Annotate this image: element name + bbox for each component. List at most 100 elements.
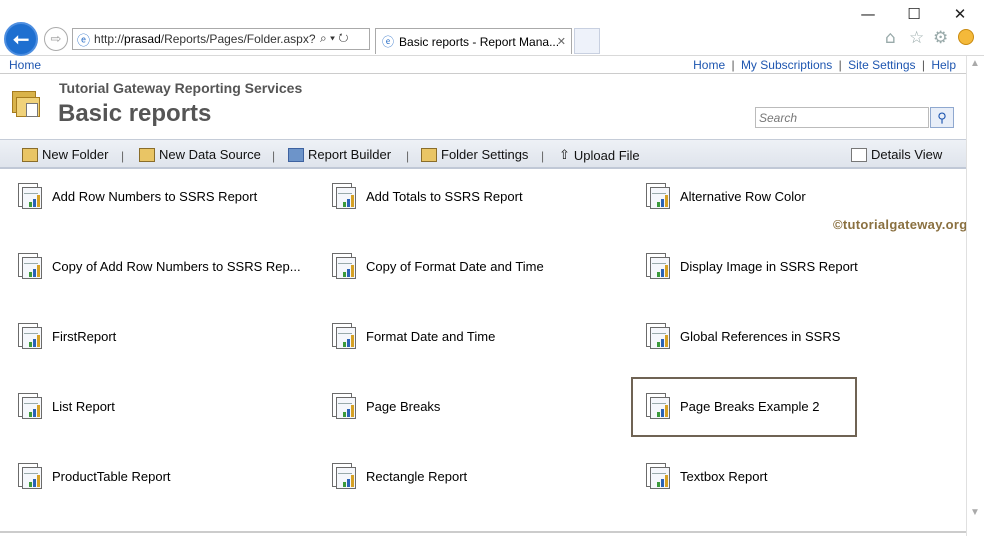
home-link[interactable]: Home	[693, 58, 725, 72]
report-item[interactable]: Copy of Add Row Numbers to SSRS Rep...	[16, 250, 301, 282]
link-separator: |	[838, 58, 842, 72]
link-separator: |	[731, 58, 735, 72]
selection-highlight-box	[631, 377, 857, 437]
close-button[interactable]: ✕	[942, 4, 978, 24]
upload-file-label: Upload File	[573, 147, 640, 163]
report-item[interactable]: Alternative Row Color	[644, 180, 806, 212]
details-view-icon	[851, 147, 867, 162]
report-link[interactable]: Alternative Row Color	[680, 189, 806, 204]
new-tab-button[interactable]	[574, 28, 600, 54]
report-item[interactable]: ProductTable Report	[16, 460, 171, 492]
report-link[interactable]: ProductTable Report	[52, 469, 171, 484]
report-item[interactable]: Textbox Report	[644, 460, 767, 492]
details-view-label: Details View	[871, 147, 943, 162]
report-link[interactable]: Page Breaks	[366, 399, 440, 414]
search-input[interactable]: Search	[755, 107, 929, 128]
new-folder-button[interactable]: New Folder	[22, 147, 108, 162]
minimize-button[interactable]: —	[850, 4, 886, 24]
report-item[interactable]: List Report	[16, 390, 115, 422]
browser-chrome: — ☐ ✕ ⭠ ⇨ ⓔ http://prasad/Reports/Pages/…	[0, 0, 984, 56]
upload-arrow-icon: ⇧	[559, 147, 570, 162]
report-link[interactable]: Copy of Add Row Numbers to SSRS Rep...	[52, 259, 301, 274]
my-subscriptions-link[interactable]: My Subscriptions	[741, 58, 832, 72]
folder-settings-label: Folder Settings	[441, 147, 529, 162]
report-icon	[330, 321, 360, 351]
folder-toolbar: New Folder | New Data Source | Report Bu…	[0, 139, 966, 169]
report-link[interactable]: List Report	[52, 399, 115, 414]
address-path: /Reports/Pages/Folder.aspx?	[160, 32, 316, 46]
folder-settings-button[interactable]: Folder Settings	[421, 147, 528, 162]
report-link[interactable]: Format Date and Time	[366, 329, 495, 344]
tab-title: Basic reports - Report Mana...	[399, 34, 560, 49]
report-icon	[16, 461, 46, 491]
report-link[interactable]: FirstReport	[52, 329, 116, 344]
tab-close-icon[interactable]: ✕	[557, 35, 566, 48]
new-data-source-button[interactable]: New Data Source	[139, 147, 261, 162]
address-prefix: http://	[94, 32, 125, 46]
report-item[interactable]: Rectangle Report	[330, 460, 467, 492]
report-icon	[644, 321, 674, 351]
report-icon	[16, 251, 46, 281]
browser-tab[interactable]: ⓔ Basic reports - Report Mana... ✕	[375, 28, 572, 54]
new-data-source-label: New Data Source	[159, 147, 261, 162]
report-link[interactable]: Add Row Numbers to SSRS Report	[52, 189, 257, 204]
forward-arrow-icon: ⇨	[50, 31, 62, 46]
report-item[interactable]: FirstReport	[16, 320, 116, 352]
data-source-icon	[139, 147, 155, 162]
details-view-button[interactable]: Details View	[851, 147, 942, 162]
scroll-up-icon[interactable]: ▲	[970, 58, 980, 69]
toolbar-separator: |	[121, 149, 125, 163]
report-item[interactable]: Copy of Format Date and Time	[330, 250, 544, 282]
report-link[interactable]: Display Image in SSRS Report	[680, 259, 858, 274]
search-icon: ⚲	[937, 109, 947, 125]
report-item[interactable]: Add Totals to SSRS Report	[330, 180, 523, 212]
home-icon[interactable]: ⌂	[885, 28, 896, 48]
report-icon	[330, 391, 360, 421]
page-title: Basic reports	[58, 100, 212, 127]
ie-icon: ⓔ	[77, 32, 91, 48]
report-item[interactable]: Global References in SSRS	[644, 320, 840, 352]
toolbar-separator: |	[272, 149, 276, 163]
tab-ie-icon: ⓔ	[382, 35, 395, 49]
site-settings-link[interactable]: Site Settings	[848, 58, 915, 72]
report-link[interactable]: Copy of Format Date and Time	[366, 259, 544, 274]
new-folder-label: New Folder	[42, 147, 109, 162]
report-icon	[330, 461, 360, 491]
vertical-scrollbar[interactable]: ▲ ▼	[966, 56, 984, 536]
scroll-down-icon[interactable]: ▼	[970, 507, 980, 518]
report-link[interactable]: Textbox Report	[680, 469, 767, 484]
settings-gear-icon[interactable]: ⚙	[933, 28, 948, 48]
maximize-button[interactable]: ☐	[896, 4, 932, 24]
report-link[interactable]: Global References in SSRS	[680, 329, 840, 344]
report-builder-label: Report Builder	[308, 147, 392, 162]
report-link[interactable]: Rectangle Report	[366, 469, 467, 484]
report-link[interactable]: Add Totals to SSRS Report	[366, 189, 523, 204]
back-button[interactable]: ⭠	[4, 22, 38, 56]
search-button[interactable]: ⚲	[930, 107, 954, 128]
favorites-star-icon[interactable]: ☆	[909, 28, 924, 48]
report-icon	[330, 181, 360, 211]
breadcrumb-home-link[interactable]: Home	[9, 58, 41, 72]
report-icon	[644, 251, 674, 281]
feedback-smiley-icon[interactable]	[958, 29, 974, 45]
address-host: prasad	[124, 32, 161, 46]
report-icon	[16, 321, 46, 351]
bottom-border	[0, 531, 966, 533]
report-icon	[644, 461, 674, 491]
help-link[interactable]: Help	[931, 58, 956, 72]
folder-icon	[12, 89, 42, 119]
report-icon	[644, 181, 674, 211]
report-item[interactable]: Add Row Numbers to SSRS Report	[16, 180, 257, 212]
toolbar-separator: |	[406, 149, 410, 163]
top-links: Home | My Subscriptions | Site Settings …	[693, 58, 956, 72]
address-tools[interactable]: ⌕ ▾ ↻	[320, 31, 349, 46]
report-builder-button[interactable]: Report Builder	[288, 147, 391, 162]
ssrs-top-bar: Home Home | My Subscriptions | Site Sett…	[0, 56, 966, 74]
report-icon	[330, 251, 360, 281]
report-item[interactable]: Display Image in SSRS Report	[644, 250, 858, 282]
upload-file-button[interactable]: ⇧ Upload File	[559, 147, 640, 163]
back-arrow-icon: ⭠	[13, 27, 29, 50]
report-item[interactable]: Format Date and Time	[330, 320, 495, 352]
report-item[interactable]: Page Breaks	[330, 390, 440, 422]
forward-button[interactable]: ⇨	[44, 27, 68, 51]
